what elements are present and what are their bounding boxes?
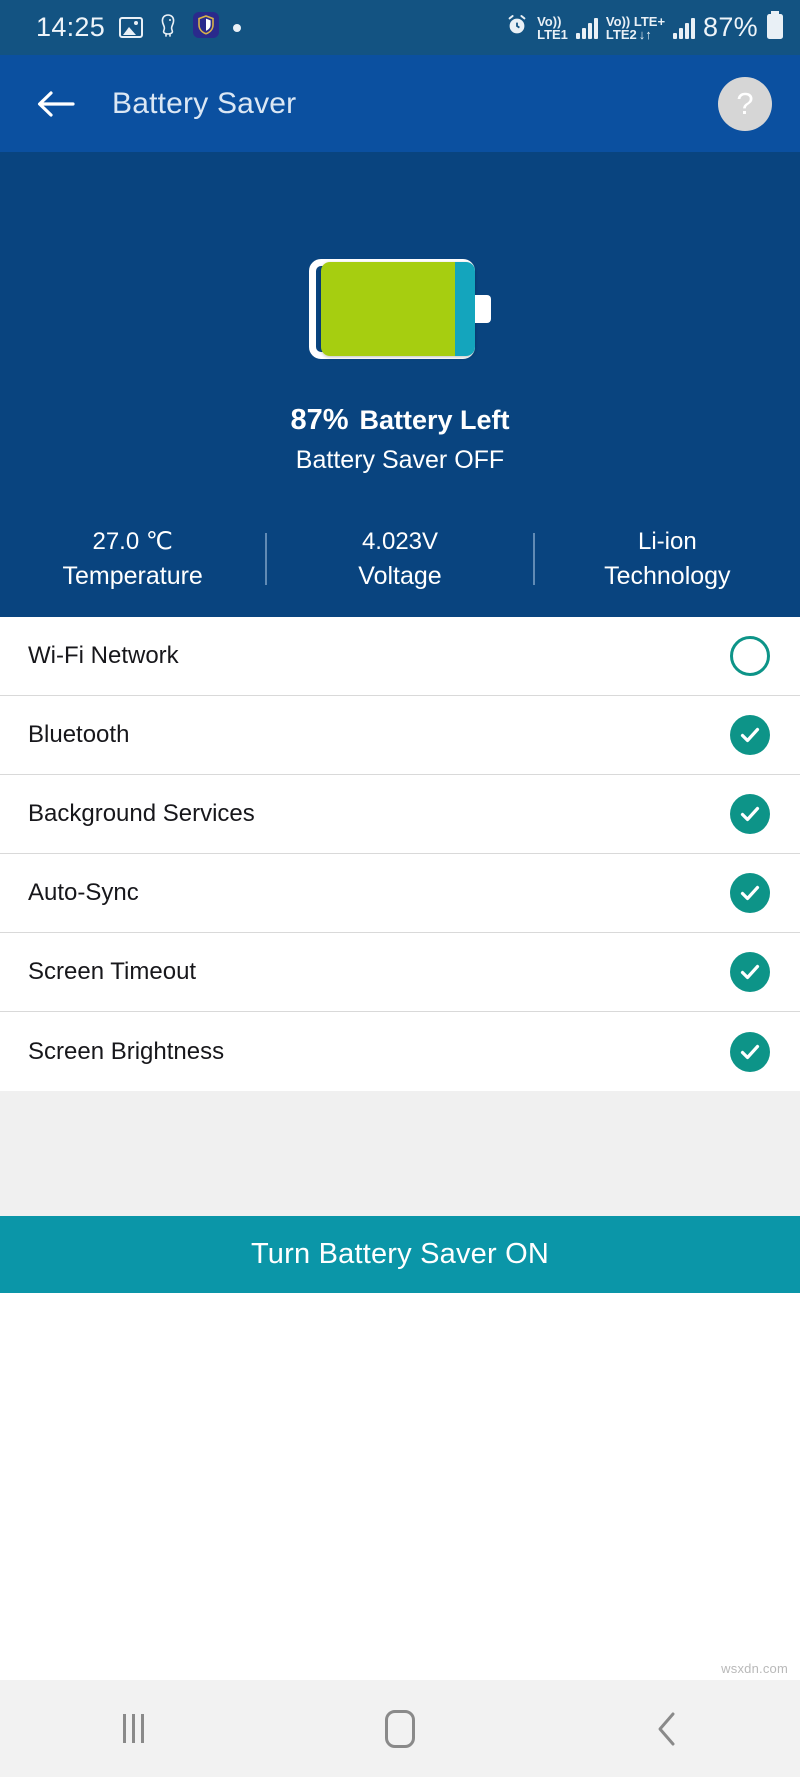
sim2-volte-indicator: Vo)) LTE+ LTE2 ↓↑ [605,13,666,42]
home-icon[interactable] [345,1694,455,1764]
back-arrow-icon[interactable] [28,76,84,132]
stats-divider [532,533,535,585]
battery-hero: 87% Battery Left Battery Saver OFF 27.0 … [0,152,800,617]
settings-row[interactable]: Auto-Sync [0,854,800,933]
battery-percent-value: 87% [290,404,349,436]
checkbox-checked-icon[interactable] [728,792,772,836]
settings-list: Wi-Fi Network Bluetooth Background Service… [0,617,800,1091]
battery-stats-row: 27.0 ℃ Temperature 4.023V Voltage Li-ion… [0,527,800,591]
checkbox-checked-icon[interactable] [728,871,772,915]
settings-row-label: Screen Brightness [28,1037,225,1065]
saver-status-text: Battery Saver OFF [295,446,505,474]
battery-left-label: Battery Left [359,405,510,435]
settings-row-label: Background Services [28,800,255,827]
checkbox-checked-icon[interactable] [728,950,772,994]
stat-voltage: 4.023V Voltage [267,528,532,591]
help-button[interactable]: ? [718,76,772,131]
stat-temperature: 27.0 ℃ Temperature [0,527,265,591]
battery-summary: 87% Battery Left [290,404,509,437]
alarm-icon [505,13,529,42]
bird-icon [157,12,179,43]
checkbox-unchecked-icon[interactable] [728,634,772,678]
stat-voltage-value: 4.023V [361,527,439,555]
watermark: wsxdn.com [721,1661,788,1676]
status-bar-left: 14:25 [36,12,242,43]
settings-row-label: Screen Timeout [28,958,197,985]
content-filler: wsxdn.com [0,1293,800,1680]
battery-tip-icon [475,295,491,323]
image-icon [119,17,144,38]
system-nav-bar [0,1680,800,1777]
dot-indicator-icon [233,23,242,32]
battery-level-bar [321,262,475,356]
settings-row-label: Bluetooth [28,721,130,748]
battery-level-remainder [454,262,475,356]
status-battery-icon [766,11,784,44]
battery-level-fill [321,262,455,356]
status-bar: 14:25 Vo)) LTE1 Vo)) LTE+ LTE2 ↓↑ 87% [0,0,800,55]
status-bar-right: Vo)) LTE1 Vo)) LTE+ LTE2 ↓↑ 87% [505,11,784,44]
status-battery-percent: 87% [703,12,758,42]
sim1-volte-indicator: Vo)) LTE1 [537,13,568,42]
settings-row-label: Wi-Fi Network [28,642,179,669]
settings-row[interactable]: Wi-Fi Network [0,617,800,696]
app-bar: Battery Saver ? [0,55,800,152]
data-arrows-icon: ↓↑ [638,26,652,42]
stat-temperature-label: Temperature [62,562,203,590]
checkbox-checked-icon[interactable] [728,713,772,757]
settings-row[interactable]: Screen Timeout [0,933,800,1012]
stats-divider [265,533,268,585]
stat-technology: Li-ion Technology [535,528,800,591]
list-bottom-spacer [0,1091,800,1216]
status-time: 14:25 [36,12,106,42]
settings-row[interactable]: Screen Brightness [0,1012,800,1091]
settings-row[interactable]: Background Services [0,775,800,854]
stat-voltage-label: Voltage [358,561,442,590]
settings-row-label: Auto-Sync [28,879,139,906]
shield-app-icon [193,12,220,43]
page-title: Battery Saver [112,86,297,120]
stat-technology-label: Technology [604,561,731,590]
back-icon[interactable] [612,1694,722,1764]
settings-row[interactable]: Bluetooth [0,696,800,775]
sim2-signal-icon [673,17,696,39]
sim1-signal-icon [575,17,598,39]
checkbox-checked-icon[interactable] [728,1030,772,1074]
recents-icon[interactable] [78,1694,188,1764]
battery-graphic [309,259,491,359]
stat-technology-value: Li-ion [637,527,697,555]
stat-temperature-value: 27.0 ℃ [92,528,173,555]
turn-battery-saver-button[interactable]: Turn Battery Saver ON [0,1216,800,1293]
phone-screen: 14:25 Vo)) LTE1 Vo)) LTE+ LTE2 ↓↑ 87% Ba… [0,0,800,1777]
